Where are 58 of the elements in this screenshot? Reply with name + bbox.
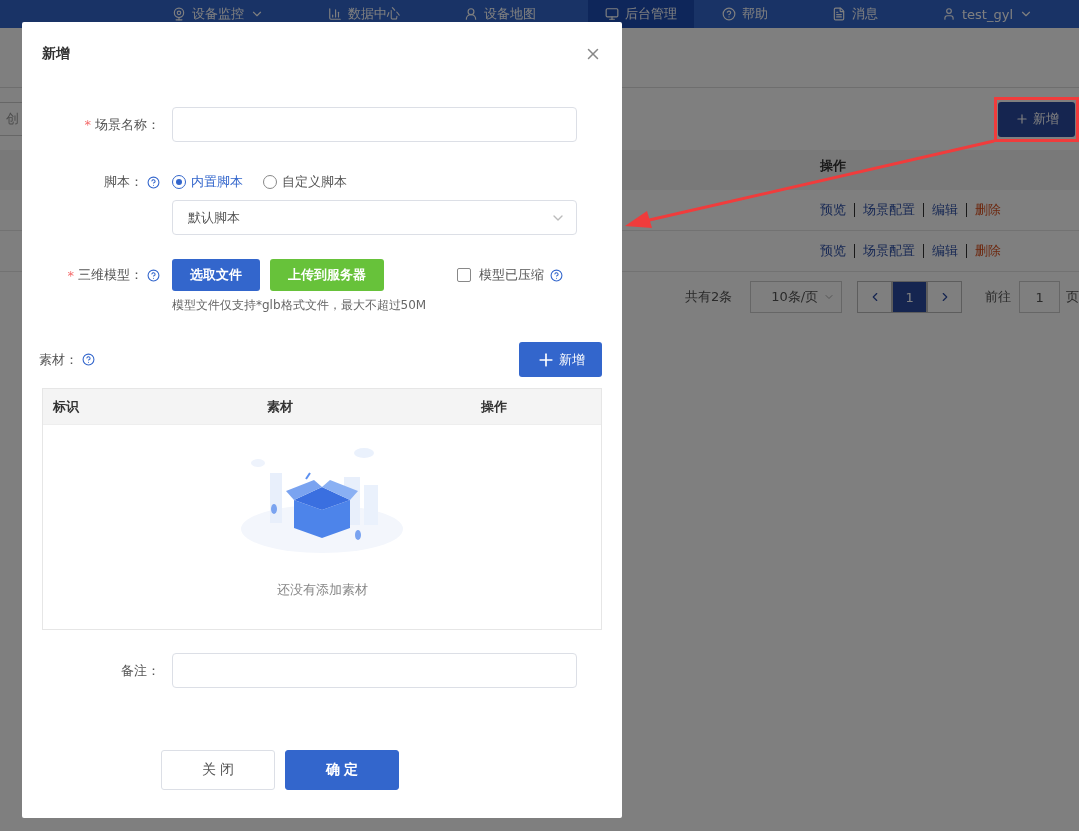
- nav-item[interactable]: 数据中心: [316, 0, 412, 28]
- required-mark: *: [84, 117, 91, 132]
- action-link[interactable]: 预览: [820, 244, 854, 258]
- help-icon[interactable]: [147, 268, 160, 282]
- nav-icon: [464, 7, 478, 21]
- goto-page-field[interactable]: 1: [1019, 281, 1060, 313]
- upload-button[interactable]: 上传到服务器: [270, 259, 384, 291]
- add-button[interactable]: 新增: [998, 101, 1075, 137]
- nav-icon: [172, 7, 186, 21]
- help-icon[interactable]: [82, 353, 95, 366]
- nav-icon: [328, 7, 342, 21]
- nav-item[interactable]: 设备监控: [160, 0, 276, 28]
- radio-option[interactable]: 内置脚本: [172, 173, 243, 191]
- nav-item[interactable]: 消息: [820, 0, 890, 28]
- nav-icon: [832, 7, 846, 21]
- script-select[interactable]: 默认脚本: [172, 200, 577, 235]
- column-header: 操作: [480, 397, 508, 416]
- action-link[interactable]: 删除: [966, 203, 1009, 217]
- action-link[interactable]: 预览: [820, 203, 854, 217]
- radio-option[interactable]: 自定义脚本: [263, 173, 347, 191]
- field-label: 三维模型：: [78, 266, 143, 284]
- action-link[interactable]: 删除: [966, 244, 1009, 258]
- close-dialog-button[interactable]: 关 闭: [161, 750, 275, 790]
- total-count: 共有2条: [685, 288, 733, 306]
- add-material-button[interactable]: 新增: [519, 342, 602, 377]
- choose-file-button[interactable]: 选取文件: [172, 259, 260, 291]
- action-link[interactable]: 编辑: [923, 244, 966, 258]
- nav-icon: [605, 7, 619, 21]
- column-header: 标识: [52, 397, 80, 416]
- nav-item[interactable]: 后台管理: [588, 0, 694, 28]
- field-label: 脚本：: [104, 173, 143, 191]
- field-label: 场景名称：: [95, 115, 160, 134]
- nav-icon: [942, 7, 956, 21]
- required-mark: *: [67, 267, 74, 283]
- nav-item[interactable]: 帮助: [710, 0, 780, 28]
- empty-text: 还没有添加素材: [276, 581, 368, 599]
- nav-item[interactable]: 设备地图: [452, 0, 548, 28]
- plus-icon: [1014, 112, 1029, 126]
- page-button[interactable]: 1: [892, 281, 928, 313]
- field-label: 备注：: [121, 661, 160, 680]
- upload-hint: 模型文件仅支持*glb格式文件，最大不超过50M: [172, 297, 428, 314]
- dialog-title: 新增: [42, 45, 70, 63]
- nav-icon: [722, 7, 736, 21]
- scene-name-field[interactable]: [172, 107, 577, 142]
- nav-item[interactable]: test_gyl: [930, 0, 1046, 28]
- page-size-select[interactable]: 10条/页: [750, 281, 843, 313]
- field-label: 素材：: [39, 350, 78, 369]
- goto-label: 前往: [985, 288, 1012, 306]
- compressed-checkbox[interactable]: 模型已压缩: [457, 266, 544, 284]
- action-link[interactable]: 场景配置: [854, 203, 923, 217]
- action-link[interactable]: 编辑: [923, 203, 966, 217]
- remark-field[interactable]: [172, 653, 577, 688]
- column-header: 素材: [266, 397, 294, 416]
- help-icon[interactable]: [147, 175, 160, 189]
- help-icon[interactable]: [550, 268, 563, 282]
- page-unit-label: 页: [1066, 288, 1079, 306]
- confirm-button[interactable]: 确 定: [285, 750, 399, 790]
- action-link[interactable]: 场景配置: [854, 244, 923, 258]
